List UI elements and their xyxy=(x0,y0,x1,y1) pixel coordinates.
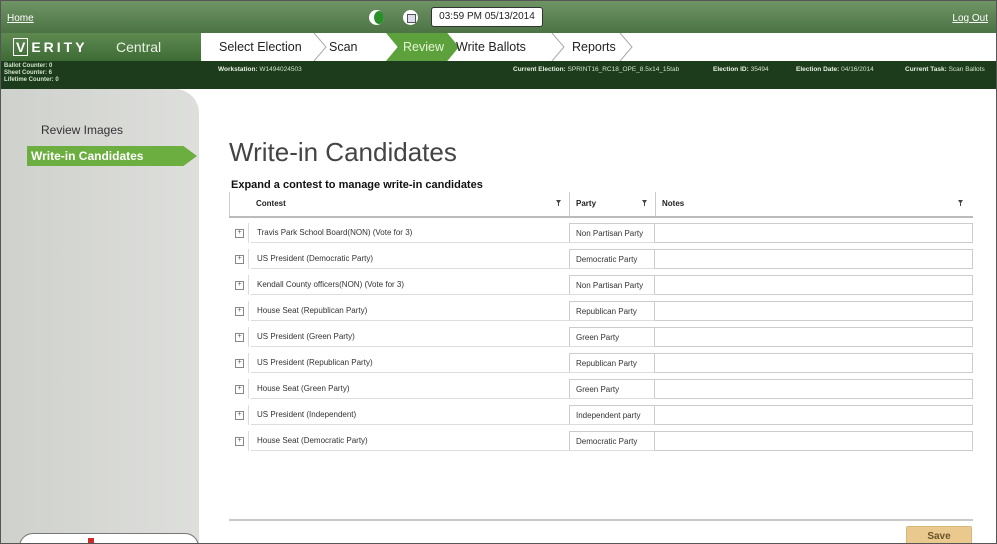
notes-cell[interactable] xyxy=(655,405,973,425)
table-row[interactable]: Kendall County officers(NON) (Vote for 3… xyxy=(229,275,973,295)
filter-icon[interactable] xyxy=(958,200,963,206)
nav-reports[interactable]: Reports xyxy=(572,33,616,61)
nav-select-election[interactable]: Select Election xyxy=(219,33,302,61)
filter-icon[interactable] xyxy=(556,200,561,206)
table-row[interactable]: US President (Republican Party) Republic… xyxy=(229,353,973,373)
party-cell: Independent party xyxy=(569,405,655,425)
contest-cell: US President (Republican Party) xyxy=(251,353,569,373)
grid-header: Contest Party Notes xyxy=(229,192,973,218)
party-cell: Non Partisan Party xyxy=(569,223,655,243)
current-election-info: Current Election: SPRINT16_RC18_OPE_8.5x… xyxy=(513,66,680,73)
expand-icon[interactable] xyxy=(229,431,249,451)
page-subtitle: Expand a contest to manage write-in cand… xyxy=(231,179,483,191)
column-header-party[interactable]: Party xyxy=(569,192,655,216)
moon-icon[interactable] xyxy=(369,10,384,25)
contest-cell: US President (Independent) xyxy=(251,405,569,425)
sidebar-item-review-images[interactable]: Review Images xyxy=(41,123,123,137)
table-row[interactable]: House Seat (Green Party) Green Party xyxy=(229,379,973,399)
table-row[interactable]: House Seat (Democratic Party) Democratic… xyxy=(229,431,973,451)
filter-icon[interactable] xyxy=(642,200,647,206)
notes-cell[interactable] xyxy=(655,379,973,399)
current-task-info: Current Task: Scan Ballots xyxy=(905,66,985,73)
table-row[interactable]: US President (Green Party) Green Party xyxy=(229,327,973,347)
verity-logo: V ERITY xyxy=(13,38,88,56)
contest-cell: US President (Green Party) xyxy=(251,327,569,347)
nav-scan[interactable]: Scan xyxy=(329,33,358,61)
party-cell: Green Party xyxy=(569,327,655,347)
counters: Ballot Counter: 0 Sheet Counter: 6 Lifet… xyxy=(4,63,59,83)
chevron-right-icon xyxy=(619,33,633,61)
notes-cell[interactable] xyxy=(655,223,973,243)
table-row[interactable]: Travis Park School Board(NON) (Vote for … xyxy=(229,223,973,243)
election-date-info: Election Date: 04/16/2014 xyxy=(796,66,874,73)
notes-cell[interactable] xyxy=(655,249,973,269)
expand-icon[interactable] xyxy=(229,353,249,373)
table-row[interactable]: House Seat (Republican Party) Republican… xyxy=(229,301,973,321)
expand-icon[interactable] xyxy=(229,275,249,295)
election-id-info: Election ID: 35494 xyxy=(713,66,769,73)
contest-cell: Travis Park School Board(NON) (Vote for … xyxy=(251,223,569,243)
save-button[interactable]: Save xyxy=(906,526,972,543)
contest-cell: House Seat (Democratic Party) xyxy=(251,431,569,451)
workflow-nav: Select Election Scan Review Write Ballot… xyxy=(201,33,996,61)
clock-display: 03:59 PM 05/13/2014 xyxy=(431,7,543,27)
sidebar: Review Images Write-in Candidates xyxy=(1,89,199,543)
notes-cell[interactable] xyxy=(655,275,973,295)
status-info-bar: Ballot Counter: 0 Sheet Counter: 6 Lifet… xyxy=(1,61,996,89)
sidebar-bottom-control[interactable] xyxy=(19,533,199,543)
nav-write-ballots[interactable]: Write Ballots xyxy=(456,33,526,61)
notes-cell[interactable] xyxy=(655,431,973,451)
contest-cell: Kendall County officers(NON) (Vote for 3… xyxy=(251,275,569,295)
nav-review-active[interactable]: Review xyxy=(386,33,459,61)
expand-icon[interactable] xyxy=(229,249,249,269)
table-row[interactable]: US President (Democratic Party) Democrat… xyxy=(229,249,973,269)
party-cell: Republican Party xyxy=(569,301,655,321)
expand-icon[interactable] xyxy=(229,327,249,347)
app-window: Home 03:59 PM 05/13/2014 Log Out V ERITY … xyxy=(0,0,997,544)
chevron-right-icon xyxy=(313,33,327,61)
contest-cell: House Seat (Green Party) xyxy=(251,379,569,399)
calendar-icon[interactable] xyxy=(403,10,418,25)
logout-link[interactable]: Log Out xyxy=(952,13,988,24)
brand-bar: V ERITY Central xyxy=(1,33,201,61)
main-panel: Write-in Candidates Expand a contest to … xyxy=(199,89,996,543)
party-cell: Democratic Party xyxy=(569,249,655,269)
party-cell: Non Partisan Party xyxy=(569,275,655,295)
expand-icon[interactable] xyxy=(229,379,249,399)
divider xyxy=(229,519,973,521)
chevron-right-icon xyxy=(551,33,565,61)
workstation-info: Workstation: W1494024503 xyxy=(218,66,302,73)
column-header-notes[interactable]: Notes xyxy=(655,192,973,216)
party-cell: Republican Party xyxy=(569,353,655,373)
contest-cell: US President (Democratic Party) xyxy=(251,249,569,269)
expand-icon[interactable] xyxy=(229,405,249,425)
party-cell: Democratic Party xyxy=(569,431,655,451)
notes-cell[interactable] xyxy=(655,353,973,373)
product-name: Central xyxy=(116,39,162,55)
expand-icon[interactable] xyxy=(229,301,249,321)
expand-icon[interactable] xyxy=(229,223,249,243)
sidebar-item-write-in-candidates[interactable]: Write-in Candidates xyxy=(27,146,197,166)
party-cell: Green Party xyxy=(569,379,655,399)
table-row[interactable]: US President (Independent) Independent p… xyxy=(229,405,973,425)
home-link[interactable]: Home xyxy=(7,13,34,24)
contest-cell: House Seat (Republican Party) xyxy=(251,301,569,321)
notes-cell[interactable] xyxy=(655,327,973,347)
column-header-contest[interactable]: Contest xyxy=(229,192,569,216)
top-bar: Home 03:59 PM 05/13/2014 Log Out xyxy=(1,1,996,33)
notes-cell[interactable] xyxy=(655,301,973,321)
page-title: Write-in Candidates xyxy=(229,137,457,167)
